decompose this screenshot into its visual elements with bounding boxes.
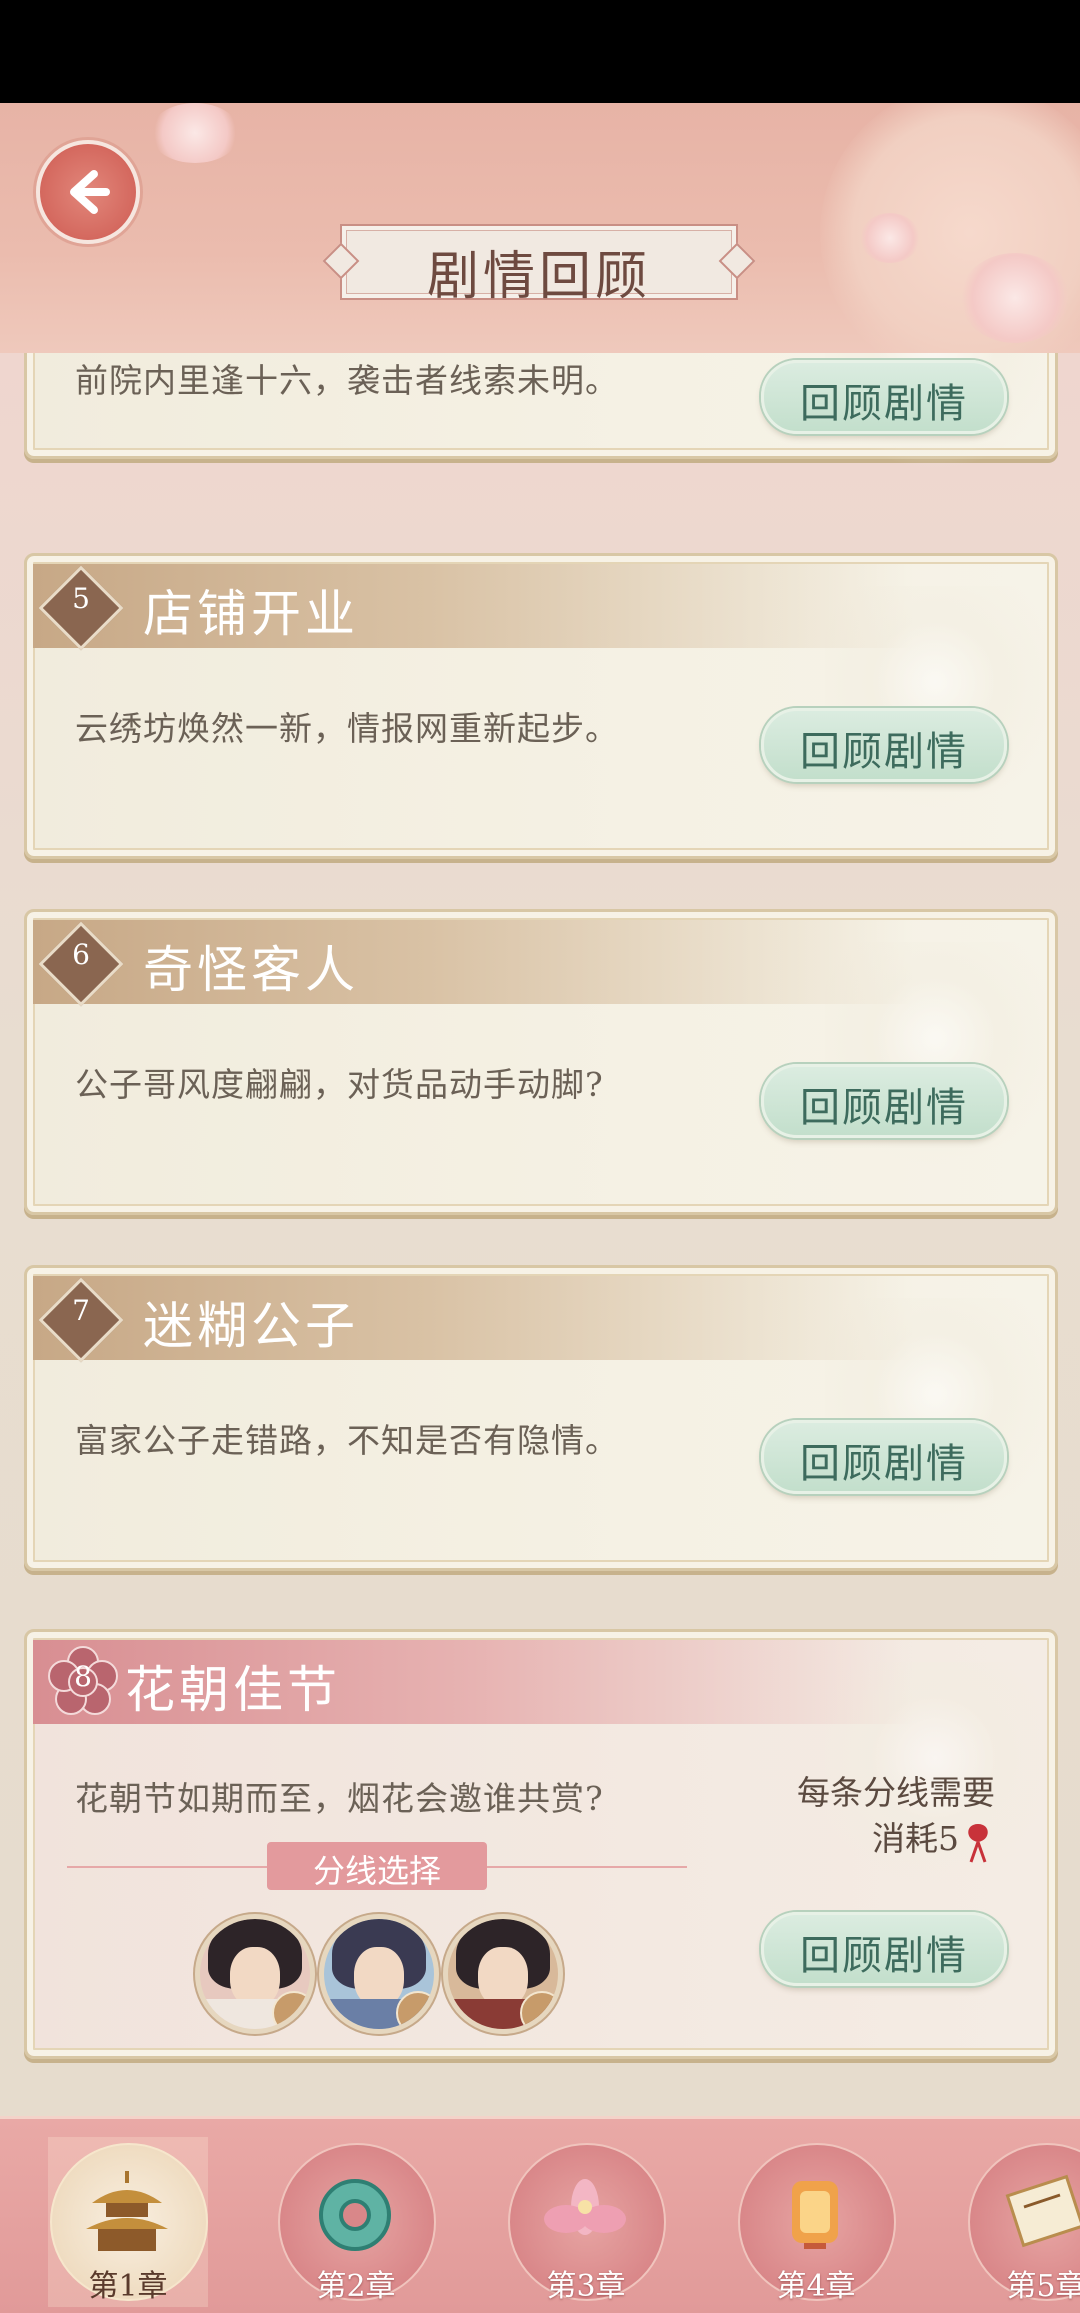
tab-chapter-1[interactable]: 第1章: [48, 2137, 208, 2307]
branch-selection-pill: 分线选择: [267, 1842, 487, 1890]
jade-dragon-icon: [319, 2179, 391, 2251]
face: [354, 1947, 404, 2007]
branch-selection-label: 分线选择: [312, 1852, 441, 1890]
card-description: 公子哥风度翩翩，对货品动手动脚?: [75, 1065, 604, 1104]
review-story-label: 回顾剧情: [800, 1085, 968, 1131]
review-story-button[interactable]: 回顾剧情: [761, 1420, 1007, 1494]
card-title-bar: 8 花朝佳节: [33, 1640, 913, 1724]
card-number: 8: [74, 1660, 92, 1693]
review-story-button[interactable]: 回顾剧情: [761, 1064, 1007, 1138]
tab-label: 第3章: [546, 2269, 626, 2304]
branch-character-avatar[interactable]: [195, 1914, 315, 2034]
branch-cost-note: 每条分线需要 消耗5: [797, 1770, 995, 1863]
card-description: 花朝节如期而至，烟花会邀谁共赏?: [75, 1779, 604, 1818]
card-title: 花朝佳节: [125, 1661, 341, 1719]
paw-icon: [520, 1991, 558, 2029]
review-story-label: 回顾剧情: [800, 381, 968, 427]
review-story-label: 回顾剧情: [800, 1441, 968, 1487]
blossom-decoration: [960, 253, 1070, 343]
back-button[interactable]: [36, 140, 140, 244]
tab-label: 第2章: [316, 2269, 396, 2304]
back-arrow-icon: [70, 170, 110, 214]
tab-chapter-5[interactable]: 第5章: [966, 2137, 1080, 2307]
tab-label: 第4章: [776, 2269, 856, 2304]
tab-chapter-2[interactable]: 第2章: [276, 2137, 436, 2307]
page-title: 剧情回顾: [426, 247, 651, 307]
story-card: 5 店铺开业 云绣坊焕然一新，情报网重新起步。 回顾剧情: [24, 553, 1058, 859]
page-title-plate: 剧情回顾: [322, 224, 756, 307]
story-card: 7 迷糊公子 富家公子走错路，不知是否有隐情。 回顾剧情: [24, 1265, 1058, 1571]
review-story-button[interactable]: 回顾剧情: [761, 360, 1007, 434]
blossom-decoration: [150, 103, 240, 163]
story-list[interactable]: 前院内里逢十六，袭击者线索未明。 回顾剧情 5 店铺开业 云绣坊焕然一新，情报网…: [0, 353, 1080, 2116]
branch-character-avatar[interactable]: [443, 1914, 563, 2034]
cost-line-2-wrap: 消耗5: [797, 1816, 995, 1863]
review-story-button[interactable]: 回顾剧情: [761, 708, 1007, 782]
review-story-label: 回顾剧情: [800, 729, 968, 775]
story-card: 8 花朝佳节 花朝节如期而至，烟花会邀谁共赏? 分线选择 每条分线需要 消耗5 …: [24, 1629, 1058, 2059]
cost-line-2: 消耗5: [872, 1819, 959, 1858]
review-story-label: 回顾剧情: [800, 1933, 968, 1979]
card-title: 店铺开业: [143, 585, 359, 643]
blossom-decoration: [860, 213, 920, 263]
red-knot-icon: [968, 1824, 988, 1863]
card-description: 富家公子走错路，不知是否有隐情。: [75, 1421, 619, 1460]
pavilion-icon: [86, 2171, 168, 2251]
review-story-button[interactable]: 回顾剧情: [761, 1912, 1007, 1986]
card-number: 7: [72, 1294, 90, 1327]
branch-character-avatar[interactable]: [319, 1914, 439, 2034]
branch-selection-header: 分线选择: [67, 1842, 687, 1892]
card-title: 迷糊公子: [143, 1297, 359, 1355]
lotus-icon: [544, 2179, 626, 2235]
card-description: 前院内里逢十六，袭击者线索未明。: [75, 361, 619, 400]
face: [230, 1947, 280, 2007]
status-bar: [0, 0, 1080, 103]
card-title-bar: 5 店铺开业: [33, 564, 913, 651]
tab-chapter-3[interactable]: 第3章: [506, 2137, 666, 2307]
face: [478, 1947, 528, 2007]
tab-chapter-4[interactable]: 第4章: [736, 2137, 896, 2307]
chapter-tab-bar: 第1章 第2章 第3章 第4章 第5章: [0, 2116, 1080, 2313]
scroll-icon: [1005, 2174, 1080, 2248]
story-card: 6 奇怪客人 公子哥风度翩翩，对货品动手动脚? 回顾剧情: [24, 909, 1058, 1215]
lantern-icon: [792, 2181, 838, 2249]
card-number: 5: [72, 582, 90, 615]
cost-line-1: 每条分线需要: [797, 1773, 995, 1812]
tab-label: 第1章: [88, 2269, 168, 2304]
card-title-bar: 7 迷糊公子: [33, 1276, 913, 1363]
card-description: 云绣坊焕然一新，情报网重新起步。: [75, 709, 619, 748]
card-number: 6: [72, 938, 90, 971]
card-title: 奇怪客人: [143, 941, 359, 999]
tab-label: 第5章: [1006, 2269, 1080, 2304]
story-card: 前院内里逢十六，袭击者线索未明。 回顾剧情: [24, 353, 1058, 486]
card-title-bar: 6 奇怪客人: [33, 920, 913, 1007]
paw-icon: [272, 1991, 310, 2029]
paw-icon: [396, 1991, 434, 2029]
